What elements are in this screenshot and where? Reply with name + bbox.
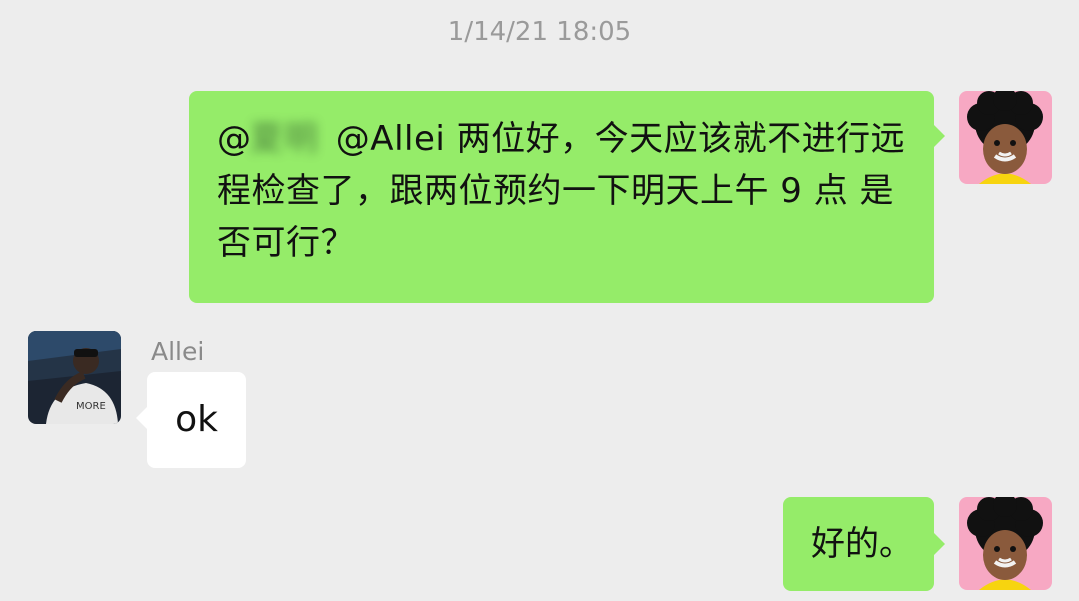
message-timestamp: 1/14/21 18:05 — [447, 17, 632, 47]
self-avatar-icon[interactable] — [959, 497, 1052, 590]
other-avatar-icon[interactable]: MORE — [28, 331, 121, 424]
svg-text:MORE: MORE — [76, 401, 106, 412]
message-text: 好的。 — [811, 524, 913, 564]
outgoing-message-bubble[interactable]: 好的。 — [783, 497, 934, 591]
outgoing-message-bubble[interactable]: @夏明 @Allei 两位好，今天应该就不进行远程检查了，跟两位预约一下明天上午… — [189, 91, 934, 303]
sender-name: Allei — [151, 337, 205, 366]
bubble-tail — [136, 407, 147, 429]
bubble-tail — [934, 533, 945, 555]
message-text: @Allei 两位好，今天应该就不进行远程检查了，跟两位预约一下明天上午 9 点… — [217, 119, 906, 263]
self-avatar-icon[interactable] — [959, 91, 1052, 184]
blurred-mention-name: 夏明 — [249, 119, 319, 159]
message-text: ok — [175, 399, 218, 440]
mention-prefix: @ — [217, 119, 252, 159]
incoming-message-bubble[interactable]: ok — [147, 372, 246, 468]
bubble-tail — [934, 125, 945, 147]
